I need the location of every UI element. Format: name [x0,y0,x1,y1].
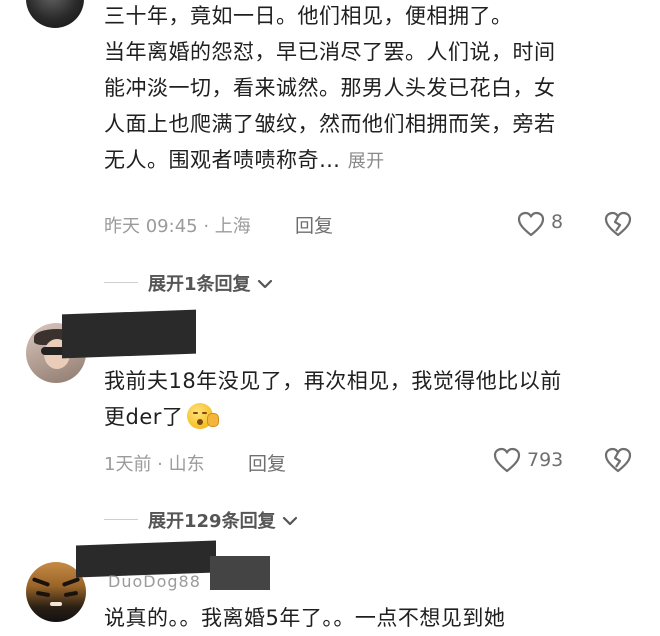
comment-meta: 1天前 · 山东 [104,454,205,475]
comment-line: 我前夫18年没见了，再次相见，我觉得他比以前 [104,369,562,393]
expand-replies-button[interactable]: 展开129条回复 [148,507,298,533]
comment-text: 说真的。。我离婚5年了。。一点不想见到她 [104,600,505,636]
broken-heart-icon[interactable] [604,447,632,473]
heart-outline-icon[interactable] [493,447,521,473]
redacted-username [62,309,196,359]
comment-line: 三十年，竟如一日。他们相见，便相拥了。 [104,4,513,28]
expand-replies-label: 展开129条回复 [148,511,276,532]
like-count: 8 [551,211,564,233]
comment-line: 当年离婚的怨怼，早已消尽了罢。人们说，时间 [104,40,556,64]
avatar[interactable] [26,0,84,28]
comment-text: 我前夫18年没见了，再次相见，我觉得他比以前 更der了 [104,363,562,435]
comment-line-text: 更der了 [104,405,184,429]
comment-last-line: 无人。围观者啧啧称奇… [104,148,341,172]
comment-line: 说真的。。我离婚5年了。。一点不想见到她 [104,606,506,630]
broken-heart-icon[interactable] [604,211,632,237]
thinking-face-icon [187,403,220,429]
chevron-down-icon [282,516,297,526]
expand-replies-button[interactable]: 展开1条回复 [148,270,273,296]
comment-line: 更der了 [104,399,562,435]
redacted-username [210,556,270,590]
reply-button[interactable]: 回复 [248,449,286,476]
heart-outline-icon[interactable] [517,211,545,237]
comment-line: 能冲淡一切，看来诚然。那男人头发已花白，女 [104,76,556,100]
chevron-down-icon [257,279,272,289]
username[interactable]: DuoDog88 [108,572,201,591]
comment-line: 人面上也爬满了皱纹，然而他们相拥而笑，旁若 [104,112,556,136]
comment-text: 三十年，竟如一日。他们相见，便相拥了。 当年离婚的怨怼，早已消尽了罢。人们说，时… [104,0,556,180]
expand-replies-label: 展开1条回复 [148,274,251,295]
divider [104,519,138,520]
comment-line: 无人。围观者啧啧称奇… 展开 [104,142,556,180]
divider [104,282,138,283]
reply-button[interactable]: 回复 [295,211,333,238]
expand-text-button[interactable]: 展开 [348,151,385,172]
like-count: 793 [527,449,564,471]
comment-meta: 昨天 09:45 · 上海 [104,216,251,237]
